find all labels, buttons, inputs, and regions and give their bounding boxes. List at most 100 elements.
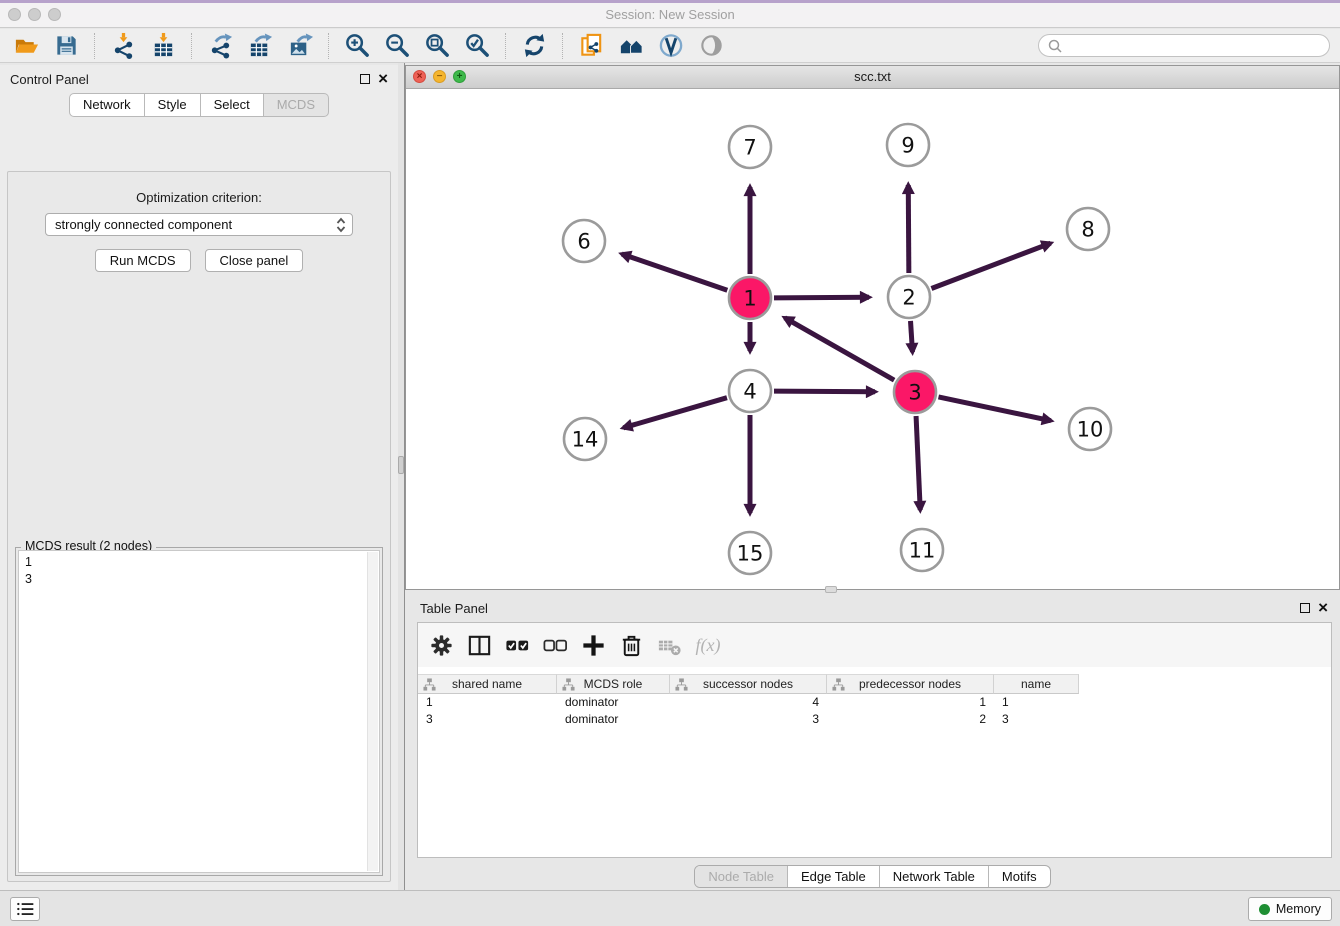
network-graph[interactable]: 7 9 6 8 1 2 4 3 14 10 15 11 [406,89,1339,589]
node-10[interactable]: 10 [1069,408,1111,450]
column-label: MCDS role [584,677,643,691]
edge-4-3[interactable] [774,391,875,392]
import-network-button[interactable] [107,31,139,61]
edge-1-6[interactable] [622,254,727,290]
unselect-all-button[interactable] [540,629,570,661]
table-cell[interactable]: 3 [994,711,1079,728]
tab-mcds[interactable]: MCDS [264,93,329,117]
node-2[interactable]: 2 [888,276,930,318]
horizontal-splitter-grip[interactable] [825,586,837,593]
table-row[interactable]: 3dominator323 [418,711,1331,728]
table-cell[interactable]: dominator [557,694,670,711]
tab-network[interactable]: Network [69,93,145,117]
add-row-button[interactable] [578,629,608,661]
edge-4-14[interactable] [623,398,727,428]
column-header-successor-nodes[interactable]: successor nodes [670,674,827,694]
table-row[interactable]: 1dominator411 [418,694,1331,711]
export-network-button[interactable] [204,31,236,61]
tab-node-table[interactable]: Node Table [695,866,787,887]
edge-2-3[interactable] [911,321,913,352]
table-cell[interactable]: 1 [418,694,557,711]
table-cell[interactable]: 1 [827,694,994,711]
close-table-panel-icon[interactable]: × [1318,603,1328,613]
node-8[interactable]: 8 [1067,208,1109,250]
zoom-fit-icon [424,32,451,59]
task-history-button[interactable] [10,897,40,921]
edge-3-1[interactable] [785,318,894,380]
control-panel-tabs: NetworkStyleSelectMCDS [0,93,398,117]
search-input[interactable] [1067,39,1321,53]
clone-network-button[interactable] [575,31,607,61]
zoom-selected-button[interactable] [461,31,493,61]
node-14[interactable]: 14 [564,418,606,460]
tab-style[interactable]: Style [145,93,201,117]
node-15[interactable]: 15 [729,532,771,574]
node-4[interactable]: 4 [729,370,771,412]
table-cell[interactable]: 3 [418,711,557,728]
column-header-name[interactable]: name [994,674,1079,694]
refresh-layout-button[interactable] [518,31,550,61]
edge-2-8[interactable] [931,243,1050,288]
close-panel-icon[interactable]: × [378,74,388,84]
float-panel-icon[interactable] [360,74,370,84]
column-type-icon [832,678,845,691]
open-session-button[interactable] [10,31,42,61]
node-6[interactable]: 6 [563,220,605,262]
export-table-button[interactable] [244,31,276,61]
node-3[interactable]: 3 [894,371,936,413]
zoom-in-icon [344,32,371,59]
result-line: 1 [25,554,373,571]
zoom-fit-button[interactable] [421,31,453,61]
splitter-grip[interactable] [398,456,404,474]
search-box[interactable] [1038,34,1330,57]
table-cell[interactable]: 4 [670,694,827,711]
delete-row-button[interactable] [616,629,646,661]
node-label: 14 [572,428,599,452]
table-body: 1dominator4113dominator323 [418,694,1331,728]
run-mcds-button[interactable]: Run MCDS [95,249,191,272]
table-cell[interactable]: 3 [670,711,827,728]
tab-edge-table[interactable]: Edge Table [787,866,879,887]
float-table-panel-icon[interactable] [1300,603,1310,613]
table-cell[interactable]: 2 [827,711,994,728]
node-11[interactable]: 11 [901,529,943,571]
first-neighbors-button[interactable] [615,31,647,61]
table-panel-body: f(x) shared nameMCDS rolesuccessor nodes… [417,622,1332,858]
table-panel-title: Table Panel [420,601,488,616]
column-label: successor nodes [703,677,793,691]
result-scrollbar[interactable] [367,552,378,871]
select-all-button[interactable] [502,629,532,661]
table-cell[interactable]: dominator [557,711,670,728]
edge-3-10[interactable] [938,397,1050,421]
mcds-result-text[interactable]: 13 [18,550,380,873]
node-1[interactable]: 1 [729,277,771,319]
zoom-in-button[interactable] [341,31,373,61]
memory-button[interactable]: Memory [1248,897,1332,921]
optimization-criterion-select[interactable]: strongly connected component [45,213,353,236]
node-9[interactable]: 9 [887,124,929,166]
tab-select[interactable]: Select [201,93,264,117]
import-table-button[interactable] [147,31,179,61]
save-session-button[interactable] [50,31,82,61]
vizmapper-button[interactable] [655,31,687,61]
toggle-column-button[interactable] [464,629,494,661]
vertical-splitter[interactable] [398,63,405,890]
tab-network-table[interactable]: Network Table [879,866,988,887]
table-settings-button[interactable] [426,629,456,661]
close-panel-button[interactable]: Close panel [205,249,304,272]
column-label: predecessor nodes [859,677,961,691]
tab-motifs[interactable]: Motifs [988,866,1050,887]
column-header-predecessor-nodes[interactable]: predecessor nodes [827,674,994,694]
export-image-button[interactable] [284,31,316,61]
network-canvas[interactable]: 7 9 6 8 1 2 4 3 14 10 15 11 [406,89,1339,589]
edge-3-11[interactable] [916,416,920,510]
edge-2-9[interactable] [908,185,909,273]
node-7[interactable]: 7 [729,126,771,168]
table-cell[interactable]: 1 [994,694,1079,711]
column-header-shared-name[interactable]: shared name [418,674,557,694]
network-window-titlebar[interactable]: × − + scc.txt [406,66,1339,89]
column-header-mcds-role[interactable]: MCDS role [557,674,670,694]
table-panel-header: Table Panel × [405,595,1340,621]
zoom-out-button[interactable] [381,31,413,61]
edge-1-2[interactable] [774,297,869,298]
